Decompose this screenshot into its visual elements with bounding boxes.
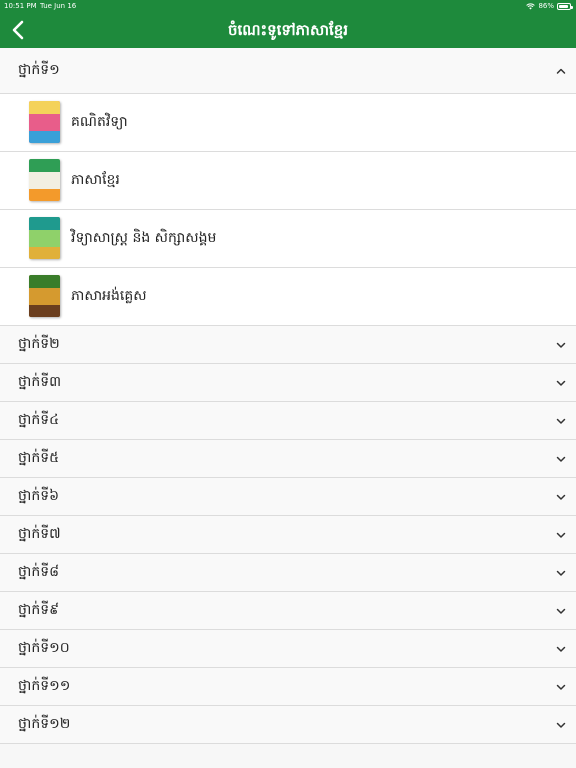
status-date: Tue Jun 16 — [40, 2, 77, 10]
grade-label: ថ្នាក់ទី១១ — [18, 678, 71, 694]
grade-label: ថ្នាក់ទី៤ — [18, 412, 60, 428]
status-bar: 10:51 PM Tue Jun 16 86% — [0, 0, 576, 12]
chevron-down-icon — [556, 456, 566, 462]
grade-row[interactable]: ថ្នាក់ទី៤ — [0, 402, 576, 440]
battery-icon — [557, 2, 573, 10]
grade-label: ថ្នាក់ទី៥ — [18, 450, 60, 466]
chevron-down-icon — [556, 646, 566, 652]
grade-label: ថ្នាក់ទី៧ — [18, 526, 61, 542]
book-title: វិទ្យាសាស្ត្រ និង សិក្សាសង្គម — [71, 230, 217, 246]
chevron-down-icon — [556, 532, 566, 538]
chevron-left-icon — [12, 20, 24, 40]
book-title: ភាសាខ្មែរ — [71, 172, 120, 188]
chevron-down-icon — [556, 342, 566, 348]
wifi-icon — [526, 2, 536, 9]
top-bar: 10:51 PM Tue Jun 16 86% ចំណេះទូទៅភាសាខ្ម… — [0, 0, 576, 48]
chevron-down-icon — [556, 570, 566, 576]
book-item[interactable]: ភាសាអង់គ្លេស — [0, 268, 576, 326]
book-cover-icon — [29, 159, 60, 201]
book-cover-icon — [29, 275, 60, 317]
grade-label: ថ្នាក់ទី១ — [18, 62, 60, 78]
chevron-down-icon — [556, 722, 566, 728]
grade-row[interactable]: ថ្នាក់ទី៧ — [0, 516, 576, 554]
grade-row[interactable]: ថ្នាក់ទី៥ — [0, 440, 576, 478]
page-title: ចំណេះទូទៅភាសាខ្មែរ — [227, 21, 349, 39]
grade-label: ថ្នាក់ទី៨ — [18, 564, 60, 580]
book-item[interactable]: វិទ្យាសាស្ត្រ និង សិក្សាសង្គម — [0, 210, 576, 268]
grade-label: ថ្នាក់ទី៦ — [18, 488, 60, 504]
grade-label: ថ្នាក់ទី៩ — [18, 602, 60, 618]
book-cover-icon — [29, 101, 60, 143]
back-button[interactable] — [4, 16, 32, 44]
grade-row[interactable]: ថ្នាក់ទី១១ — [0, 668, 576, 706]
chevron-down-icon — [556, 380, 566, 386]
grade-row[interactable]: ថ្នាក់ទី៨ — [0, 554, 576, 592]
status-time: 10:51 PM — [4, 2, 37, 10]
book-title: គណិតវិទ្យា — [71, 114, 128, 130]
chevron-down-icon — [556, 608, 566, 614]
grade-row[interactable]: ថ្នាក់ទី៣ — [0, 364, 576, 402]
grade-list: ថ្នាក់ទី១គណិតវិទ្យាភាសាខ្មែរវិទ្យាសាស្ត្… — [0, 48, 576, 744]
grade-label: ថ្នាក់ទី៣ — [18, 374, 62, 390]
battery-percent: 86% — [538, 2, 554, 10]
grade-label: ថ្នាក់ទី១០ — [18, 640, 70, 656]
grade-label: ថ្នាក់ទី២ — [18, 336, 60, 352]
nav-bar: ចំណេះទូទៅភាសាខ្មែរ — [0, 12, 576, 48]
book-cover-icon — [29, 217, 60, 259]
grade-row[interactable]: ថ្នាក់ទី៦ — [0, 478, 576, 516]
grade-row[interactable]: ថ្នាក់ទី១២ — [0, 706, 576, 744]
grade-row[interactable]: ថ្នាក់ទី១ — [0, 48, 576, 94]
chevron-down-icon — [556, 684, 566, 690]
grade-row[interactable]: ថ្នាក់ទី៩ — [0, 592, 576, 630]
chevron-down-icon — [556, 494, 566, 500]
chevron-up-icon — [556, 68, 566, 74]
book-item[interactable]: គណិតវិទ្យា — [0, 94, 576, 152]
book-title: ភាសាអង់គ្លេស — [71, 288, 147, 304]
grade-label: ថ្នាក់ទី១២ — [18, 716, 71, 732]
book-item[interactable]: ភាសាខ្មែរ — [0, 152, 576, 210]
grade-row[interactable]: ថ្នាក់ទី១០ — [0, 630, 576, 668]
chevron-down-icon — [556, 418, 566, 424]
grade-row[interactable]: ថ្នាក់ទី២ — [0, 326, 576, 364]
status-right: 86% — [526, 0, 573, 12]
